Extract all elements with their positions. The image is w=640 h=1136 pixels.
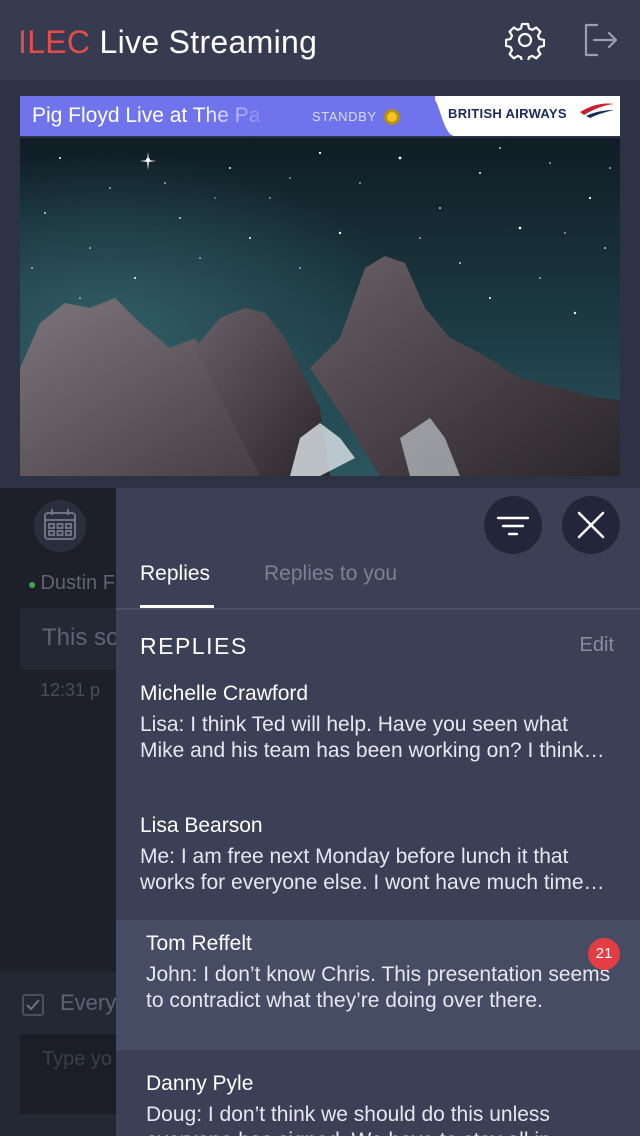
video-player[interactable]	[20, 138, 620, 476]
reply-preview: Me: I am free next Monday before lunch i…	[140, 845, 584, 894]
gear-icon[interactable]	[504, 20, 546, 63]
tab-replies-to-you[interactable]: Replies to you	[264, 562, 397, 586]
player-area: Pig Floyd Live at The Pa STANDBY BRITISH…	[0, 80, 640, 488]
edit-button[interactable]: Edit	[580, 634, 614, 657]
stream-title: Pig Floyd Live at The Pa	[32, 104, 261, 127]
calendar-button[interactable]	[34, 500, 86, 552]
reply-sender: Tom Reffelt	[146, 932, 252, 955]
check-icon	[26, 999, 40, 1011]
app-title-text: Live Streaming	[90, 24, 318, 60]
tab-replies[interactable]: Replies	[140, 562, 210, 586]
online-dot-icon: ●	[28, 576, 37, 592]
everyone-label: Every	[60, 990, 117, 1015]
chat-message: This so	[42, 624, 120, 651]
reply-preview: John: I don’t know Chris. This presentat…	[146, 963, 611, 1012]
reply-item-selected[interactable]: Tom Reffelt John: I don’t know Chris. Th…	[116, 920, 640, 1050]
stream-banner: Pig Floyd Live at The Pa STANDBY BRITISH…	[20, 96, 620, 136]
sponsor-swoosh-icon	[580, 103, 614, 118]
status-label: STANDBY	[312, 109, 377, 124]
chat-timestamp: 12:31 p	[40, 680, 101, 700]
reply-sender: Lisa Bearson	[140, 814, 263, 837]
reply-item[interactable]: Michelle Crawford Lisa: I think Ted will…	[116, 672, 640, 802]
sponsor-logo: BRITISH AIRWAYS	[448, 106, 567, 121]
close-button[interactable]	[562, 496, 620, 554]
chat-author-name: Dustin F	[40, 572, 115, 594]
close-icon	[577, 511, 605, 539]
reply-sender: Danny Pyle	[146, 1072, 254, 1095]
reply-preview: Lisa: I think Ted will help. Have you se…	[140, 713, 584, 762]
replies-panel: Replies Replies to you REPLIES Edit Mich…	[116, 488, 640, 1136]
filter-button[interactable]	[484, 496, 542, 554]
reply-sender: Michelle Crawford	[140, 682, 309, 705]
unread-count-badge: 21	[588, 938, 620, 970]
filter-icon	[496, 516, 530, 536]
video-frame-image	[20, 138, 620, 476]
brand-name: ILEC	[18, 24, 91, 60]
app-title: ILEC Live Streaming	[18, 22, 317, 62]
logout-icon[interactable]	[580, 20, 620, 60]
chat-author: ● Dustin F	[28, 572, 115, 595]
message-input-placeholder: Type yo	[42, 1048, 113, 1070]
reply-preview: Doug: I don’t think we should do this un…	[146, 1103, 557, 1136]
everyone-checkbox[interactable]	[22, 994, 44, 1016]
app-header: ILEC Live Streaming	[0, 0, 640, 80]
tab-divider	[116, 608, 640, 610]
calendar-icon	[44, 509, 76, 540]
status-indicator-icon	[384, 109, 400, 125]
reply-item[interactable]: Lisa Bearson Me: I am free next Monday b…	[116, 804, 640, 934]
section-title: REPLIES	[140, 633, 248, 659]
reply-item[interactable]: Danny Pyle Doug: I don’t think we should…	[116, 1062, 640, 1136]
